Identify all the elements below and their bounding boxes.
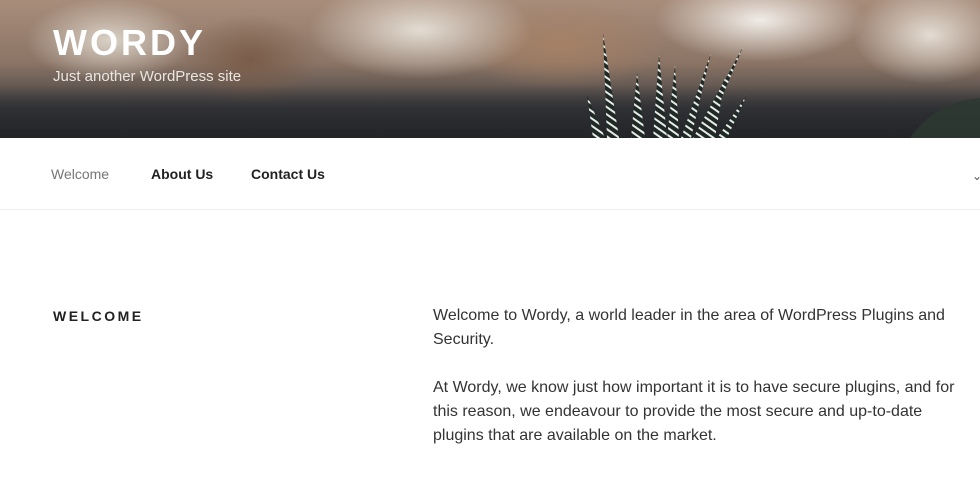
entry-content: Welcome to Wordy, a world leader in the … bbox=[433, 304, 963, 472]
paragraph: Welcome to Wordy, a world leader in the … bbox=[433, 307, 945, 348]
nav-item-about-us[interactable]: About Us bbox=[151, 166, 213, 182]
leaf-image bbox=[910, 98, 980, 138]
nav-item-welcome[interactable]: Welcome bbox=[51, 166, 109, 182]
header-banner: WORDY Just another WordPress site bbox=[0, 0, 980, 138]
succulent-plant-image bbox=[587, 33, 747, 138]
site-tagline: Just another WordPress site bbox=[53, 68, 242, 85]
site-title[interactable]: WORDY bbox=[53, 22, 206, 64]
main-navigation: Welcome About Us Contact Us ⌄ bbox=[0, 138, 980, 210]
paragraph: At Wordy, we know just how important it … bbox=[433, 379, 955, 444]
page-title: WELCOME bbox=[53, 308, 144, 324]
banner-shadow bbox=[0, 85, 980, 138]
nav-item-contact-us[interactable]: Contact Us bbox=[251, 166, 325, 182]
chevron-down-icon[interactable]: ⌄ bbox=[972, 169, 980, 183]
